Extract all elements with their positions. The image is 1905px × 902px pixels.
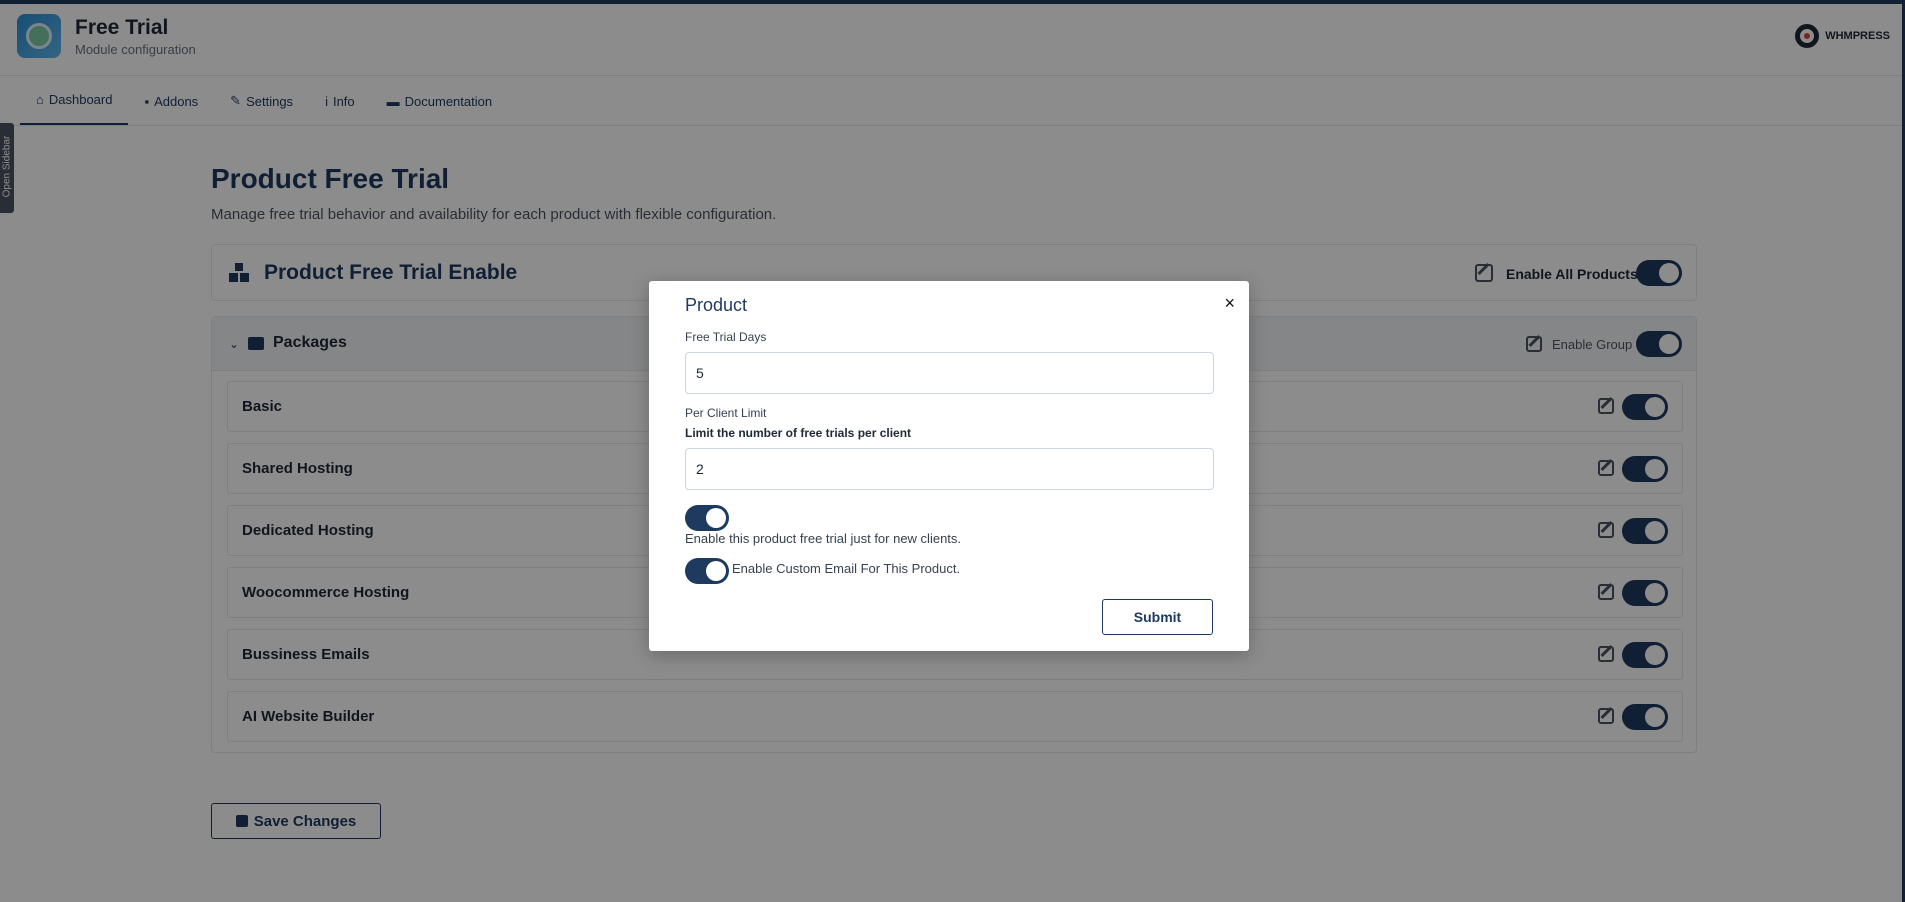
custom-email-label: Enable Custom Email For This Product.: [732, 561, 961, 576]
new-clients-toggle[interactable]: [685, 505, 729, 531]
custom-email-toggle[interactable]: [685, 558, 729, 584]
free-trial-days-label: Free Trial Days: [685, 330, 767, 344]
per-client-limit-label: Per Client Limit: [685, 406, 767, 420]
modal-title: Product: [685, 295, 748, 315]
submit-button[interactable]: Submit: [1102, 599, 1213, 635]
free-trial-days-input[interactable]: [685, 352, 1214, 394]
close-icon[interactable]: ×: [1224, 293, 1235, 314]
per-client-limit-input[interactable]: [685, 448, 1214, 490]
per-client-limit-help: Limit the number of free trials per clie…: [685, 426, 912, 440]
new-clients-label: Enable this product free trial just for …: [685, 531, 962, 546]
product-modal: Product × Free Trial Days Per Client Lim…: [649, 281, 1249, 651]
